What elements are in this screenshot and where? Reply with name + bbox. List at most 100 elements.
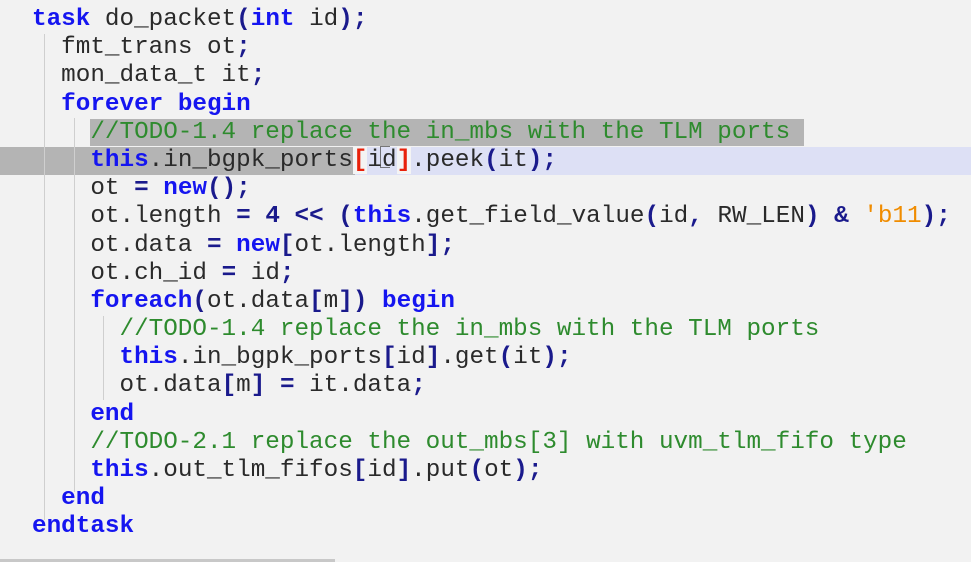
identifier-token: it — [513, 344, 543, 372]
code-line[interactable]: ot.ch_id = id; — [0, 260, 971, 288]
identifier-token — [849, 203, 864, 230]
keyword-token: this — [90, 146, 149, 174]
keyword-token: begin — [382, 287, 455, 315]
punctuation-token: ; — [411, 372, 426, 400]
text-cursor-icon — [380, 146, 390, 168]
code-line[interactable]: endtask — [0, 513, 971, 541]
code-line[interactable]: //TODO-1.4 replace the in_mbs with the T… — [0, 118, 971, 147]
keyword-token: int — [250, 6, 295, 33]
code-line[interactable]: foreach(ot.data[m]) begin — [0, 288, 971, 316]
identifier-token: ot.data — [119, 372, 222, 400]
identifier-token: .get_field_value — [411, 203, 645, 231]
number-token: 4 — [265, 203, 280, 231]
code-line[interactable]: ot.data[m] = it.data; — [0, 372, 971, 400]
keyword-token: new — [236, 231, 280, 259]
code-line[interactable]: //TODO-2.1 replace the out_mbs[3] with u… — [0, 429, 971, 457]
punctuation-token: ( — [192, 287, 207, 315]
identifier-token — [251, 203, 266, 230]
identifier-token: .in_bgpk_ports — [148, 146, 353, 174]
punctuation-token: ( — [484, 146, 499, 174]
code-line[interactable]: ot.data = new[ot.length]; — [0, 232, 971, 260]
punctuation-token: , — [688, 203, 703, 231]
identifier-token — [324, 203, 339, 230]
code-line[interactable]: fmt_trans ot; — [0, 34, 971, 62]
code-line[interactable]: end — [0, 401, 971, 429]
identifier-token: ot.length — [90, 203, 237, 231]
keyword-token: endtask — [32, 513, 135, 541]
punctuation-token: [ — [381, 344, 397, 372]
punctuation-token: = — [279, 372, 295, 400]
keyword-token: foreach — [90, 287, 193, 315]
identifier-token: ot.length — [294, 231, 426, 259]
punctuation-token: ( — [469, 457, 485, 484]
comment-token: //TODO-2.1 replace the out_mbs[3] with u… — [90, 428, 907, 456]
identifier-token: RW_LEN — [702, 203, 805, 231]
punctuation-token: ] — [250, 372, 266, 400]
identifier-token — [222, 232, 237, 259]
punctuation-token: [ — [221, 372, 237, 400]
code-line[interactable]: mon_data_t it; — [0, 62, 971, 90]
identifier-token: mon_data_t it — [61, 62, 251, 90]
keyword-token: end — [61, 485, 105, 513]
punctuation-token: = — [221, 259, 237, 287]
punctuation-token: ; — [250, 62, 266, 90]
identifier-token: ot — [90, 175, 135, 203]
punctuation-token: ); — [527, 146, 557, 174]
identifier-token: .in_bgpk_ports — [177, 344, 382, 372]
code-line[interactable]: ot.length = 4 << (this.get_field_value(i… — [0, 203, 971, 231]
identifier-token: .get — [440, 344, 499, 372]
identifier-token: id — [367, 457, 397, 484]
punctuation-token: ( — [338, 203, 353, 231]
code-line-current[interactable]: this.in_bgpk_ports[id].peek(it); — [0, 146, 971, 176]
keyword-token: end — [90, 400, 135, 428]
code-line[interactable]: end — [0, 485, 971, 513]
identifier-token: fmt_trans ot — [61, 34, 237, 62]
code-editor[interactable]: task do_packet(int id); fmt_trans ot; mo… — [0, 6, 971, 542]
punctuation-token: ); — [542, 344, 572, 372]
keyword-token: new — [163, 175, 208, 203]
code-line[interactable]: this.in_bgpk_ports[id].get(it); — [0, 344, 971, 372]
code-line[interactable]: task do_packet(int id); — [0, 6, 971, 34]
punctuation-token: (); — [207, 175, 251, 203]
identifier-token: ot — [484, 457, 514, 484]
punctuation-token: ] — [425, 344, 441, 372]
code-line[interactable]: ot = new(); — [0, 175, 971, 203]
punctuation-token: [ — [279, 231, 295, 259]
punctuation-token: & — [834, 203, 849, 231]
punctuation-token: ]; — [425, 231, 455, 259]
identifier-token: ot.data — [90, 231, 207, 259]
keyword-token: this — [90, 457, 149, 484]
identifier-token: id — [659, 203, 689, 231]
code-line[interactable]: //TODO-1.4 replace the in_mbs with the T… — [0, 316, 971, 344]
identifier-token — [149, 175, 164, 202]
punctuation-token: << — [294, 203, 324, 231]
code-line[interactable]: forever begin — [0, 91, 971, 119]
punctuation-token: = — [206, 231, 222, 259]
matched-bracket: [ — [352, 146, 368, 174]
selected-comment-token: //TODO-1.4 replace the in_mbs with the T… — [90, 118, 805, 146]
literal-token: 'b11 — [863, 203, 922, 231]
punctuation-token: ); — [513, 457, 543, 484]
identifier-token: id — [294, 6, 339, 33]
punctuation-token: ); — [921, 203, 951, 231]
punctuation-token: ( — [236, 6, 251, 33]
identifier-token: ot.data — [207, 287, 310, 315]
punctuation-token: ]) — [338, 287, 368, 315]
code-line[interactable]: this.out_tlm_fifos[id].put(ot); — [0, 457, 971, 485]
punctuation-token: = — [134, 175, 149, 203]
indent-guide — [74, 118, 75, 492]
indent-guide — [44, 34, 45, 520]
identifier-token: it.data — [294, 372, 412, 400]
punctuation-token: [ — [309, 287, 324, 315]
